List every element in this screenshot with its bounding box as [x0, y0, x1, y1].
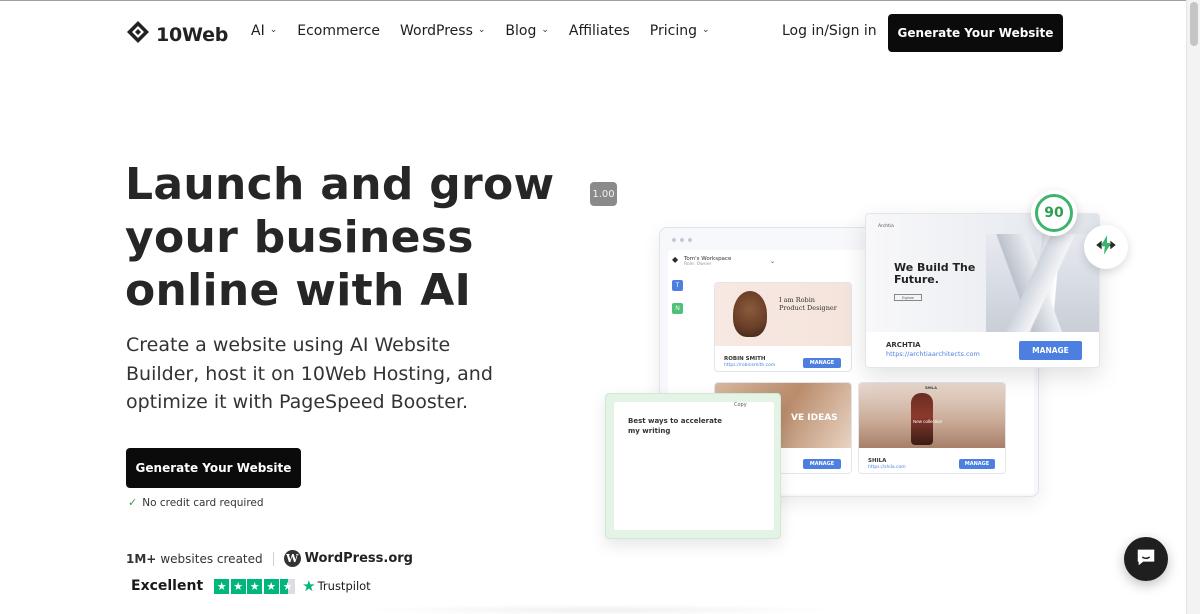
check-icon: ✓ [128, 496, 138, 509]
websites-count: 1M+ [126, 551, 157, 566]
copy-label: Copy [734, 402, 747, 408]
trustpilot-rating[interactable]: Excellent ★ ★ ★ ★ ★ ★ Trustpilot [131, 577, 371, 595]
booster-badge [1084, 225, 1128, 269]
nav-item-ecommerce[interactable]: Ecommerce [297, 23, 380, 39]
star-icon: ★ [247, 578, 263, 594]
score-value: 90 [1035, 194, 1073, 232]
main-nav: AI ⌄ Ecommerce WordPress ⌄ Blog ⌄ Affili… [251, 23, 730, 39]
pagespeed-score: 90 [1031, 190, 1077, 236]
site-brand: Archtia [878, 224, 894, 229]
chat-icon [1135, 546, 1157, 573]
site-headline: We Build The Future. [894, 262, 975, 285]
chevron-down-icon: ⌄ [477, 25, 486, 35]
divider [272, 551, 274, 566]
nav-item-label: WordPress [400, 23, 473, 39]
rating-word: Excellent [131, 578, 204, 594]
chevron-down-icon: ⌄ [770, 259, 776, 265]
generate-website-button[interactable]: Generate Your Website [126, 448, 301, 488]
site-headline-line: Product Designer [779, 303, 837, 312]
chevron-down-icon: ⌄ [541, 25, 549, 35]
star-icon: ★ [280, 578, 296, 594]
chat-launcher[interactable] [1124, 537, 1168, 581]
site-name: SHILA [868, 458, 887, 464]
scrollbar[interactable] [1186, 0, 1200, 614]
manage-button: MANAGE [803, 358, 841, 368]
no-credit-card-note: ✓ No credit card required [128, 496, 264, 509]
trustpilot-logo: ★ Trustpilot [302, 577, 371, 595]
no-credit-card-text: No credit card required [142, 496, 264, 509]
site-thumbnail: SHILA New collection [859, 383, 1005, 448]
logo-text: 10Web [156, 23, 229, 46]
wordpress-icon: W [283, 550, 301, 567]
nav-item-label: Ecommerce [297, 23, 381, 39]
generate-website-button-header[interactable]: Generate Your Website [888, 14, 1063, 52]
workspace-tab-t: T [672, 280, 683, 291]
nav-item-pricing[interactable]: Pricing ⌄ [650, 23, 710, 39]
nav-item-label: Affiliates [568, 23, 630, 39]
star-icon: ★ [230, 578, 246, 594]
site-brand: SHILA [925, 385, 937, 390]
logo[interactable]: 10Web [126, 20, 228, 49]
manage-button: MANAGE [1019, 341, 1082, 360]
site-name: ARCHTIA [886, 341, 921, 349]
ai-writer-text: Best ways to accelerate my writing [628, 417, 722, 435]
site-url: https://robinsmith.com [724, 363, 776, 368]
hero-title-line: online with AI [125, 265, 472, 316]
window-dots [672, 238, 692, 242]
site-explore-button: Explore [894, 294, 922, 301]
site-name: ROBIN SMITH [724, 356, 766, 362]
ai-writer-card: Copy Best ways to accelerate my writing [605, 393, 781, 539]
trustpilot-star-icon: ★ [302, 577, 316, 595]
lightning-icon [1093, 232, 1119, 263]
nav-item-blog[interactable]: Blog ⌄ [505, 23, 549, 39]
site-header: 10Web AI ⌄ Ecommerce WordPress ⌄ Blog ⌄ … [0, 1, 1186, 63]
site-headline-line: Future. [894, 272, 939, 286]
star-icon: ★ [214, 578, 230, 594]
social-proof: 1M+ websites created W WordPress.org [126, 550, 413, 567]
hero-subtitle: Create a website using AI Website Builde… [126, 334, 493, 413]
nav-item-label: Blog [505, 23, 537, 39]
site-headline: New collection [913, 419, 943, 424]
nav-item-wordpress[interactable]: WordPress ⌄ [400, 23, 485, 39]
nav-item-label: AI [251, 23, 265, 39]
building-image [986, 234, 1099, 332]
hero-title-line: Launch and grow [125, 159, 555, 210]
zoom-badge: 1.00 [590, 182, 617, 206]
workspace-tab-n: N [672, 303, 683, 314]
manage-button: MANAGE [959, 459, 995, 469]
websites-label: websites created [160, 551, 263, 566]
login-link[interactable]: Log in/Sign in [782, 23, 877, 39]
site-card-robin: I am Robin Product Designer ROBIN SMITH … [714, 282, 852, 372]
hero-title: Launch and grow your business online wit… [125, 158, 555, 317]
wordpress-label: WordPress.org [304, 551, 413, 566]
workspace-role: Role: Owner [684, 262, 712, 267]
site-url: https://shila.com [868, 465, 906, 470]
scrollbar-thumb[interactable] [1190, 2, 1198, 46]
section-shadow [360, 604, 840, 614]
trustpilot-label: Trustpilot [317, 579, 371, 593]
site-url: https://archtiaarchitects.com [886, 350, 980, 358]
nav-item-affiliates[interactable]: Affiliates [569, 23, 630, 39]
site-headline: VE IDEAS [791, 413, 838, 423]
hero-title-line: your business [125, 212, 474, 263]
nav-item-label: Pricing [649, 23, 697, 39]
site-headline-line: We Build The [894, 261, 976, 274]
chevron-down-icon: ⌄ [269, 25, 278, 35]
site-thumbnail: I am Robin Product Designer [715, 283, 851, 347]
site-card-shila: SHILA New collection SHILA https://shila… [858, 382, 1006, 474]
star-icon: ★ [263, 578, 279, 594]
manage-button: MANAGE [803, 459, 841, 469]
wordpress-logo: W WordPress.org [283, 550, 413, 567]
nav-item-ai[interactable]: AI ⌄ [251, 23, 277, 39]
rating-stars: ★ ★ ★ ★ ★ [214, 578, 296, 594]
portrait-image [733, 291, 767, 337]
featured-site-card: Archtia We Build The Future. Explore ARC… [865, 213, 1100, 368]
workspace-label: Tom's Workspace Role: Owner [674, 256, 731, 267]
10web-diamond-icon [126, 20, 150, 49]
site-headline: I am Robin Product Designer [779, 296, 837, 312]
chevron-down-icon: ⌄ [702, 25, 710, 35]
